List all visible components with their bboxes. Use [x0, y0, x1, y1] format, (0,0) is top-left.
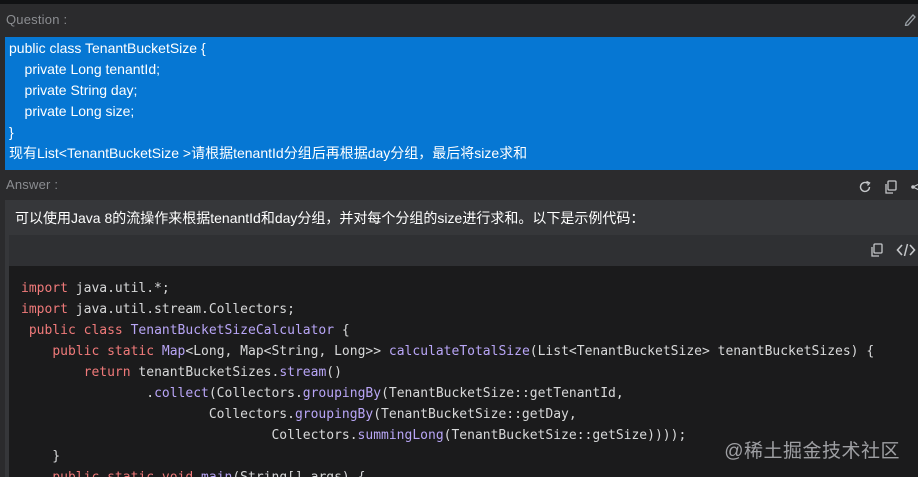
code-token: Collectors. — [21, 428, 358, 443]
code-token: } — [21, 449, 61, 464]
code-view-icon[interactable] — [896, 242, 916, 258]
code-token: tenantBucketSizes. — [130, 365, 280, 380]
code-token: import — [21, 281, 68, 296]
code-token: void — [162, 470, 193, 477]
question-line: public class TenantBucketSize { — [9, 40, 206, 56]
code-token: java.util.*; — [67, 281, 170, 296]
code-token: . — [21, 386, 155, 401]
watermark: @稀土掘金技术社区 — [724, 441, 900, 462]
code-token: (TenantBucketSize::getTenantId, — [381, 386, 624, 401]
code-token: groupingBy — [294, 407, 374, 422]
code-token: <Long, Map<String, Long>> — [185, 344, 389, 359]
code-token: (TenantBucketSize::getSize)))); — [443, 428, 687, 443]
code-block-header — [9, 235, 918, 266]
code-token: return — [83, 365, 131, 380]
answer-toolbar — [858, 179, 918, 195]
code-token: import — [21, 302, 68, 317]
code-token: collect — [154, 386, 209, 401]
code-line: public static void main(String[] args) { — [21, 467, 874, 477]
code-token: (List<TenantBucketSize> tenantBucketSize… — [529, 344, 875, 359]
code-token: () — [326, 365, 342, 380]
answer-label: Answer : — [6, 177, 59, 192]
code-token: TenantBucketSizeCalculator — [130, 323, 335, 338]
code-token: static — [107, 344, 155, 359]
refresh-icon[interactable] — [858, 180, 872, 194]
code-line: .collect(Collectors.groupingBy(TenantBuc… — [21, 383, 874, 404]
code-token: calculateTotalSize — [388, 344, 530, 359]
code-token: (TenantBucketSize::getDay, — [373, 407, 577, 422]
answer-intro: 可以使用Java 8的流操作来根据tenantId和day分组，并对每个分组的s… — [15, 210, 645, 226]
code-token: (String[] args) { — [232, 470, 365, 477]
question-line: 现有List<TenantBucketSize >请根据tenantId分组后再… — [9, 145, 528, 161]
code-token: Collectors. — [21, 407, 295, 422]
code-line: return tenantBucketSizes.stream() — [21, 362, 874, 383]
code-token: groupingBy — [302, 386, 382, 401]
code-line: Collectors.groupingBy(TenantBucketSize::… — [21, 404, 874, 425]
code-token: public — [52, 344, 100, 359]
question-label: Question : — [6, 12, 68, 27]
code-line: public class TenantBucketSizeCalculator … — [21, 320, 874, 341]
code-token: main — [201, 470, 232, 477]
code-token: java.util.stream.Collectors; — [67, 302, 295, 317]
code-token: public — [28, 323, 76, 338]
code-token: class — [83, 323, 123, 338]
code-token: static — [107, 470, 154, 477]
code-token: (Collectors. — [208, 386, 303, 401]
code-token: public — [52, 470, 99, 477]
copy-code-icon[interactable] — [870, 243, 884, 257]
question-line: private String day; — [9, 82, 138, 98]
copy-icon[interactable] — [884, 180, 898, 194]
edit-icon[interactable] — [904, 12, 916, 27]
code-token: stream — [279, 365, 327, 380]
code-line: import java.util.stream.Collectors; — [21, 299, 874, 320]
top-divider — [0, 0, 918, 4]
code-token: Map — [161, 344, 186, 359]
code-token: summingLong — [357, 428, 444, 443]
question-line: } — [9, 124, 14, 140]
code-token: { — [334, 323, 350, 338]
question-line: private Long tenantId; — [9, 61, 160, 77]
code-line: import java.util.*; — [21, 278, 874, 299]
share-icon[interactable] — [910, 180, 918, 194]
question-line: private Long size; — [9, 103, 135, 119]
question-text[interactable]: public class TenantBucketSize { private … — [5, 37, 918, 170]
page: Question : public class TenantBucketSize… — [0, 0, 918, 477]
code-line: public static Map<Long, Map<String, Long… — [21, 341, 874, 362]
